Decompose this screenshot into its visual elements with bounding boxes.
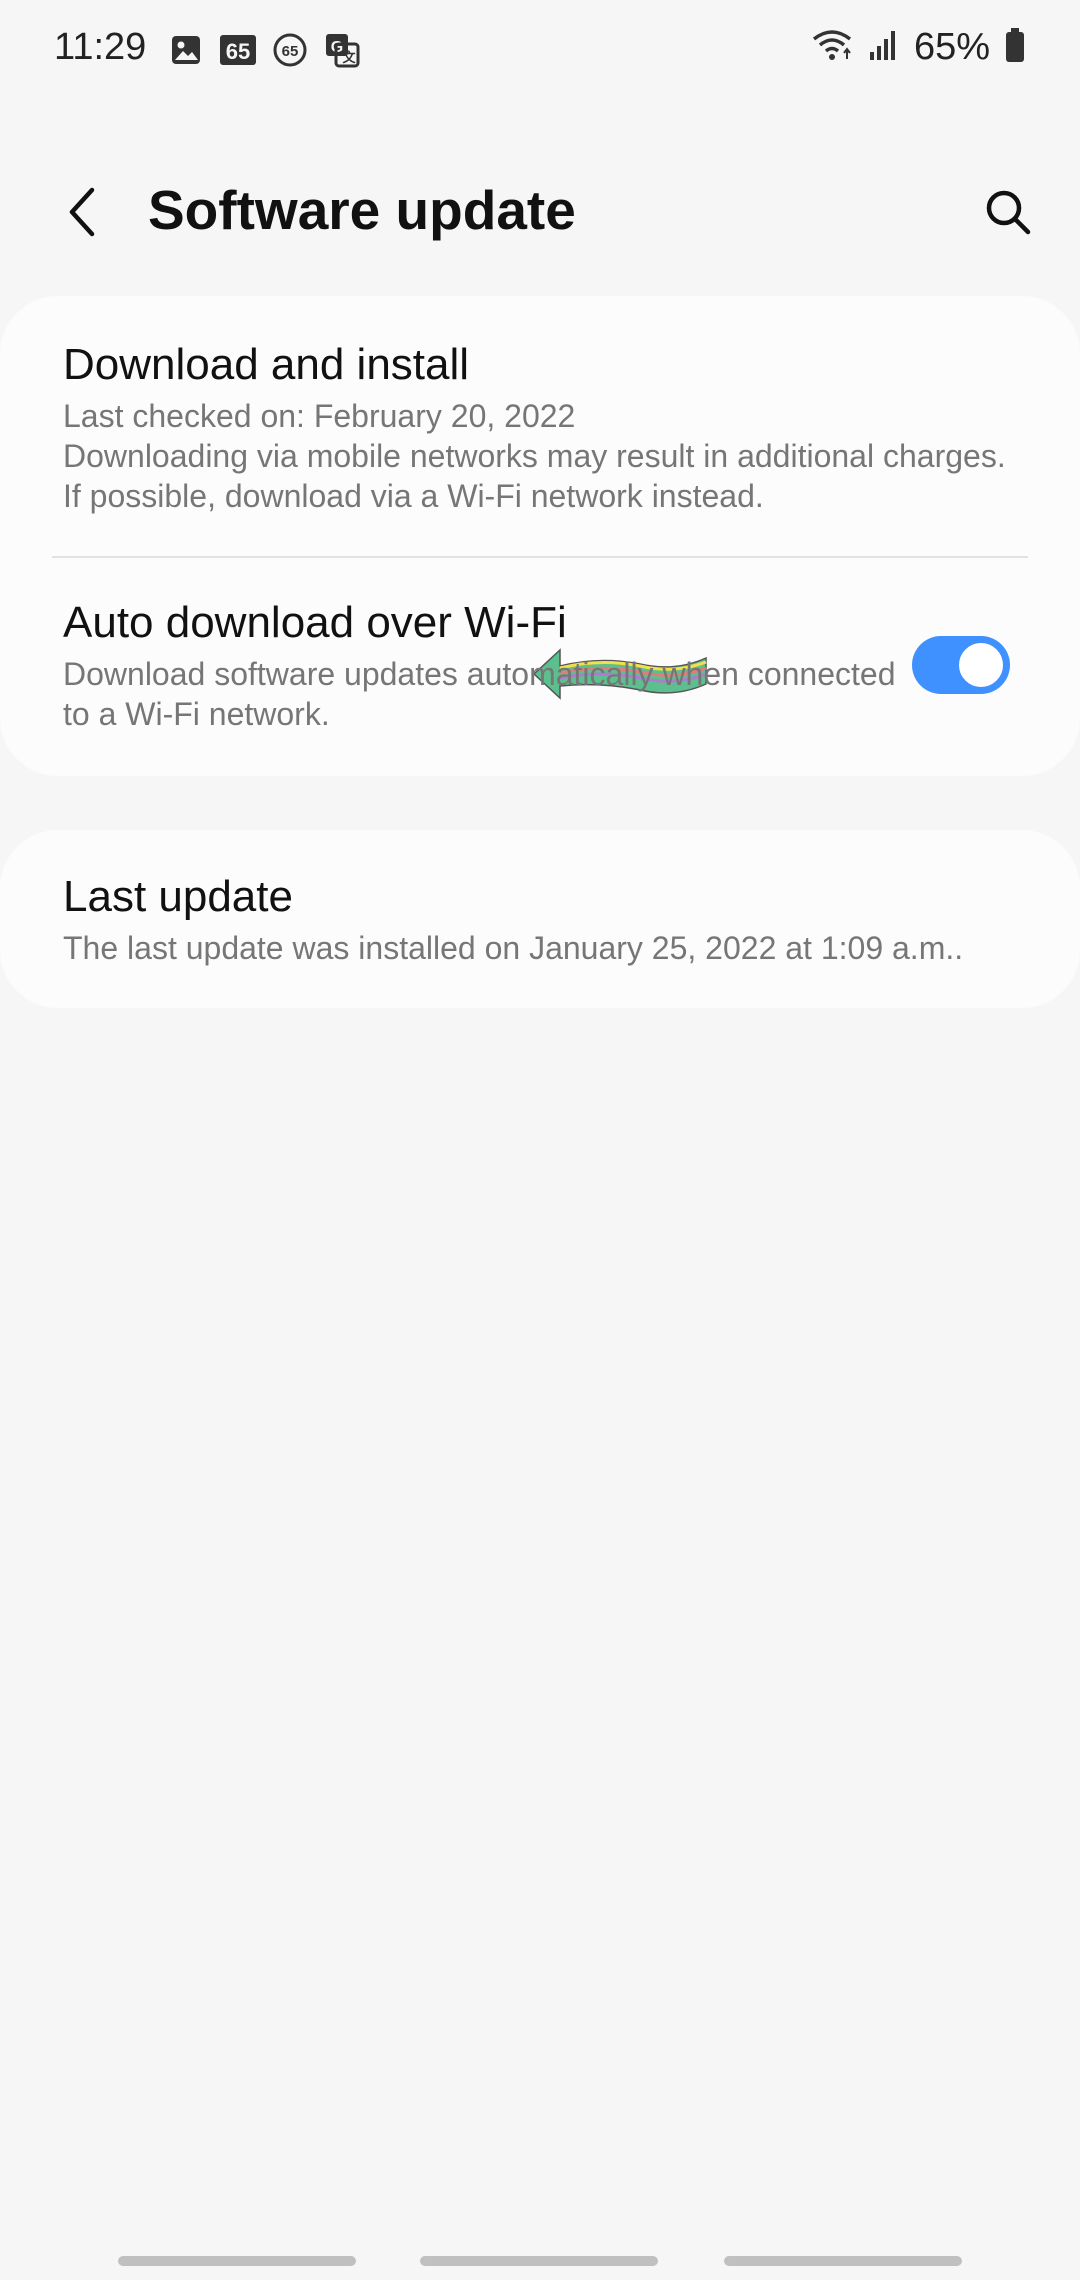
divider (52, 556, 1028, 558)
last-update-item[interactable]: Last update The last update was installe… (63, 870, 1017, 968)
circle-65-icon: 65 (270, 30, 310, 70)
nav-recents-button[interactable] (118, 2256, 356, 2266)
auto-download-title: Auto download over Wi-Fi (63, 598, 567, 647)
search-button[interactable] (966, 170, 1050, 254)
svg-text:65: 65 (282, 43, 299, 60)
svg-text:65: 65 (226, 39, 250, 64)
auto-download-description: Download software updates automatically … (63, 656, 896, 732)
gallery-icon (166, 30, 206, 70)
status-time: 11:29 (54, 26, 147, 68)
system-status: 65% (810, 26, 1026, 69)
nav-home-button[interactable] (420, 2256, 658, 2266)
svg-text:文: 文 (342, 50, 356, 65)
battery-icon (1004, 27, 1026, 68)
navigation-bar (0, 2240, 1080, 2280)
last-checked-text: Last checked on: February 20, 2022 (63, 398, 576, 434)
toggle-knob (956, 640, 1006, 690)
last-update-card: Last update The last update was installe… (0, 830, 1080, 1008)
nav-back-button[interactable] (724, 2256, 962, 2266)
wifi-icon (810, 27, 854, 68)
translate-icon: G文 (322, 30, 362, 70)
search-icon (986, 190, 1031, 235)
download-and-install-item[interactable]: Download and install Last checked on: Fe… (63, 338, 1017, 516)
back-button[interactable] (40, 170, 124, 254)
auto-download-toggle[interactable] (912, 636, 1010, 694)
mobile-network-note: Downloading via mobile networks may resu… (63, 438, 1006, 514)
page-title: Software update (148, 179, 576, 241)
software-update-screen: 11:29 65 65 G文 65% Software update Downl… (0, 0, 1080, 2280)
app-bar: Software update (0, 150, 1080, 280)
badge-65-icon: 65 (218, 30, 258, 70)
auto-download-item[interactable]: Auto download over Wi-Fi Download softwa… (63, 596, 900, 734)
back-arrow-icon (69, 187, 95, 237)
status-bar: 11:29 65 65 G文 65% (0, 0, 1080, 104)
last-update-description: The last update was installed on January… (63, 930, 964, 966)
battery-percentage: 65% (913, 26, 990, 68)
download-and-install-title: Download and install (63, 340, 470, 389)
last-update-title: Last update (63, 872, 293, 921)
signal-icon (868, 28, 900, 67)
notification-icons: 65 65 G文 (166, 30, 362, 70)
update-settings-card: Download and install Last checked on: Fe… (0, 296, 1080, 776)
